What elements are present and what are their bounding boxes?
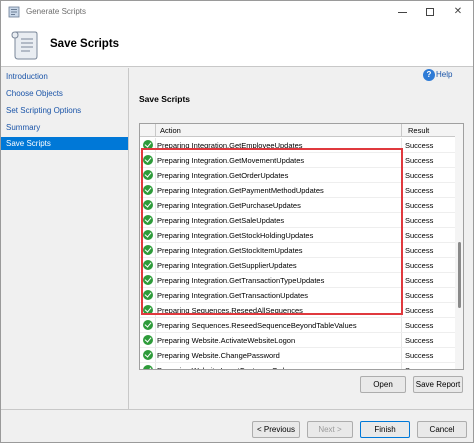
result-cell: Success xyxy=(405,276,434,285)
success-check-icon xyxy=(143,350,153,360)
nav-item-choose-objects[interactable]: Choose Objects xyxy=(1,87,128,100)
result-cell: Success xyxy=(405,186,434,195)
result-cell: Success xyxy=(405,351,434,360)
next-button[interactable]: Next > xyxy=(307,421,353,438)
open-button[interactable]: Open xyxy=(360,376,406,393)
grid-header: Action Result xyxy=(140,124,455,137)
close-button[interactable]: ✕ xyxy=(444,1,472,23)
column-divider xyxy=(155,124,156,137)
save-report-button[interactable]: Save Report xyxy=(413,376,463,393)
nav-item-summary[interactable]: Summary xyxy=(1,121,128,134)
action-cell: Preparing Website.ChangePassword xyxy=(157,351,280,360)
column-divider xyxy=(401,124,402,137)
result-cell: Success xyxy=(405,366,433,369)
cell-divider xyxy=(155,318,156,333)
help-link[interactable]: Help xyxy=(436,70,452,79)
wizard-header: Save Scripts xyxy=(1,23,473,67)
cell-divider xyxy=(155,363,156,369)
cell-divider xyxy=(401,318,402,333)
result-cell: Success xyxy=(405,336,434,345)
cell-divider xyxy=(155,333,156,348)
minimize-icon xyxy=(398,12,407,13)
finish-button[interactable]: Finish xyxy=(360,421,410,438)
scrollbar-thumb[interactable] xyxy=(458,242,461,308)
result-cell: Success xyxy=(405,201,434,210)
result-cell: Success xyxy=(405,171,434,180)
script-scroll-icon xyxy=(11,31,38,60)
column-header-action[interactable]: Action xyxy=(160,126,181,135)
cancel-button[interactable]: Cancel xyxy=(417,421,467,438)
results-grid[interactable]: Action Result Preparing Integration.GetE… xyxy=(139,123,464,370)
table-row[interactable]: Preparing Website.ActivateWebsiteLogon Su… xyxy=(140,333,455,348)
table-row[interactable]: Preparing Website.InsertCustomerOrders Su… xyxy=(140,363,455,369)
wizard-nav: Introduction Choose Objects Set Scriptin… xyxy=(1,68,129,410)
result-cell: Success xyxy=(405,231,434,240)
success-check-icon xyxy=(143,320,153,330)
success-check-icon xyxy=(143,335,153,345)
column-header-result[interactable]: Result xyxy=(408,126,429,135)
footer-divider xyxy=(1,409,473,410)
cell-divider xyxy=(155,348,156,363)
title-bar: Generate Scripts ✕ xyxy=(1,1,473,23)
result-cell: Success xyxy=(405,246,434,255)
action-cell: Preparing Website.ActivateWebsiteLogon xyxy=(157,336,296,345)
success-check-icon xyxy=(143,365,153,369)
generate-scripts-window: Generate Scripts ✕ Save Scripts Introduc… xyxy=(0,0,474,443)
result-cell: Success xyxy=(405,141,434,150)
window-title: Generate Scripts xyxy=(26,7,87,16)
table-row[interactable]: Preparing Website.ChangePassword Success xyxy=(140,348,455,363)
cell-divider xyxy=(401,348,402,363)
result-cell: Success xyxy=(405,216,434,225)
result-cell: Success xyxy=(405,306,434,315)
section-title: Save Scripts xyxy=(139,94,191,104)
nav-item-save-scripts[interactable]: Save Scripts xyxy=(1,137,128,150)
help-icon[interactable]: ? xyxy=(423,69,435,81)
table-row[interactable]: Preparing Sequences.ReseedSequenceBeyond… xyxy=(140,318,455,333)
action-cell: Preparing Sequences.ReseedSequenceBeyond… xyxy=(157,321,357,330)
close-icon: ✕ xyxy=(453,6,463,17)
highlight-box xyxy=(141,148,403,315)
main-panel: ? Help Save Scripts Action Result Prepar… xyxy=(130,68,473,410)
result-cell: Success xyxy=(405,321,434,330)
minimize-button[interactable] xyxy=(388,1,416,23)
app-icon xyxy=(8,6,20,18)
vertical-scrollbar[interactable] xyxy=(455,124,463,369)
page-title: Save Scripts xyxy=(50,38,120,50)
result-cell: Success xyxy=(405,291,434,300)
cell-divider xyxy=(401,333,402,348)
result-cell: Success xyxy=(405,261,434,270)
maximize-button[interactable] xyxy=(416,1,444,23)
result-cell: Success xyxy=(405,156,434,165)
previous-button[interactable]: < Previous xyxy=(252,421,300,438)
cell-divider xyxy=(401,363,402,369)
action-cell: Preparing Website.InsertCustomerOrders xyxy=(157,366,295,369)
nav-item-introduction[interactable]: Introduction xyxy=(1,70,128,83)
nav-item-set-scripting-options[interactable]: Set Scripting Options xyxy=(1,104,128,117)
maximize-icon xyxy=(426,8,434,16)
